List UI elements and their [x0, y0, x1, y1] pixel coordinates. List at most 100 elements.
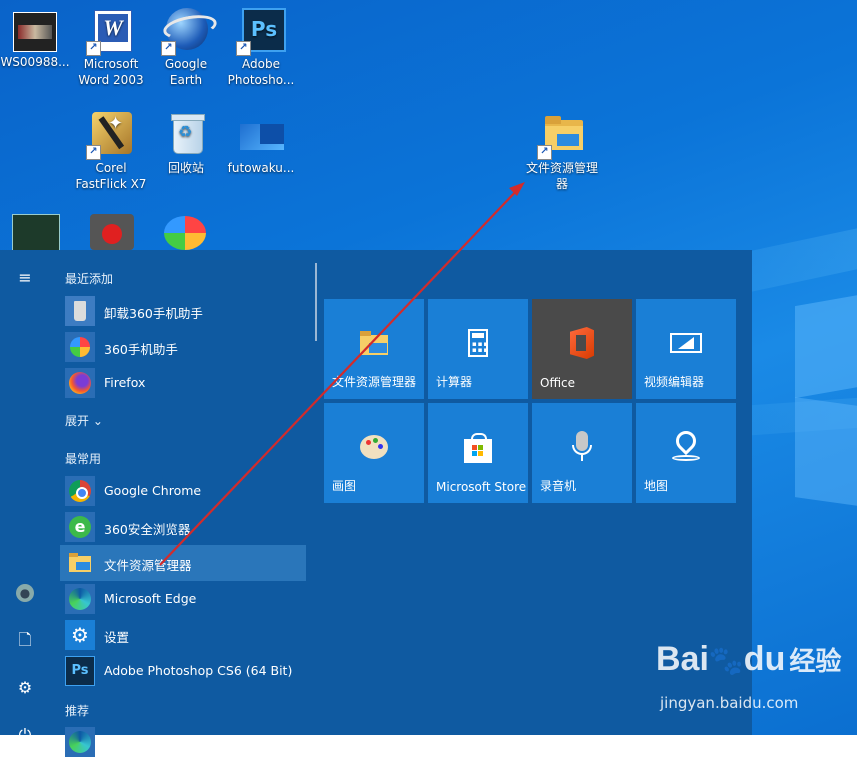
user-avatar-icon[interactable]: ● — [12, 580, 38, 606]
watermark-brand2: du — [743, 640, 786, 678]
word-icon: W ↗ — [86, 8, 134, 56]
app-label: Google Chrome — [104, 483, 202, 498]
tile-video-editor[interactable]: 视频编辑器 — [636, 299, 736, 399]
watermark-brand: Bai — [656, 640, 709, 678]
tile-paint[interactable]: 画图 — [324, 403, 424, 503]
desktop-icon-label: WS00988... — [0, 55, 70, 69]
app-label: 卸载360手机助手 — [104, 306, 203, 321]
app-360-browser[interactable]: e 360安全浏览器 — [60, 509, 306, 545]
baidu-watermark: Bai🐾du 经验 jingyan.baidu.com — [656, 640, 856, 720]
app-label: Microsoft Edge — [104, 734, 197, 749]
microphone-icon — [566, 431, 598, 463]
map-pin-icon — [670, 426, 702, 463]
app-360-assistant[interactable]: 360手机助手 — [60, 329, 306, 365]
desktop-icon-partial[interactable] — [12, 214, 60, 252]
start-rail: ≡ ● 🗋 ⚙ ⏻ — [0, 250, 50, 744]
desktop-icon-label: 文件资源管理器 — [525, 161, 598, 191]
tile-label: 画图 — [332, 479, 357, 493]
chevron-down-icon: ⌄ — [92, 414, 103, 428]
photoshop-icon: Ps — [65, 656, 95, 686]
shortcut-arrow-icon: ↗ — [236, 41, 251, 56]
tile-label: 视频编辑器 — [644, 375, 705, 389]
tile-label: 地图 — [644, 479, 669, 493]
firefox-icon — [65, 368, 95, 398]
app-google-chrome[interactable]: Google Chrome — [60, 473, 306, 509]
folder-icon — [65, 548, 95, 578]
app-photoshop[interactable]: Ps Adobe Photoshop CS6 (64 Bit) — [60, 653, 306, 689]
edge-icon — [65, 727, 95, 757]
tile-label: Office — [540, 376, 576, 390]
gear-icon: ⚙ — [65, 620, 95, 650]
app-settings[interactable]: ⚙ 设置 — [60, 617, 306, 653]
tile-label: 文件资源管理器 — [332, 375, 417, 389]
desktop-icon-label: 回收站 — [167, 161, 204, 175]
video-editor-icon — [670, 327, 702, 359]
desktop-icon-label: Adobe Photosho... — [227, 57, 295, 87]
power-icon[interactable]: ⏻ — [12, 722, 38, 748]
desktop-icon-futowaku[interactable]: futowaku... — [222, 112, 300, 176]
scrollbar[interactable] — [315, 263, 317, 341]
app-firefox[interactable]: Firefox — [60, 365, 306, 401]
app-uninstall-360[interactable]: 卸载360手机助手 — [60, 293, 306, 329]
desktop-icon-partial[interactable] — [90, 214, 134, 250]
windows-logo-pane — [795, 293, 857, 399]
tile-label: 计算器 — [436, 375, 473, 389]
video-thumbnail-icon — [13, 12, 57, 52]
calculator-icon: ▪▪▪ ▪▪▪ — [462, 327, 494, 359]
tile-office[interactable]: Office — [532, 299, 632, 399]
desktop-icon-file-explorer[interactable]: ↗ 文件资源管理器 — [523, 112, 601, 192]
app-label: 文件资源管理器 — [104, 558, 192, 573]
desktop-icon-video[interactable]: WS00988... — [0, 8, 74, 70]
tile-file-explorer[interactable]: 文件资源管理器 — [324, 299, 424, 399]
documents-icon[interactable]: 🗋 — [12, 627, 38, 653]
chrome-icon — [65, 476, 95, 506]
watermark-url: jingyan.baidu.com — [660, 694, 799, 712]
gear-icon[interactable]: ⚙ — [12, 675, 38, 701]
recycle-bin-icon: ♻ — [163, 112, 209, 158]
360-assistant-icon — [65, 332, 95, 362]
desktop-icon-google-earth[interactable]: ↗ Google Earth — [147, 8, 225, 88]
paint-palette-icon — [358, 431, 390, 463]
start-menu: ≡ ● 🗋 ⚙ ⏻ 最近添加 卸载360手机助手 360手机助手 Firefox… — [0, 250, 752, 757]
section-recommend: 推荐 — [65, 704, 90, 718]
app-microsoft-edge[interactable]: Microsoft Edge — [60, 581, 306, 617]
tile-maps[interactable]: 地图 — [636, 403, 736, 503]
expand-toggle[interactable]: 展开 ⌄ — [65, 412, 103, 429]
tile-voice-recorder[interactable]: 录音机 — [532, 403, 632, 503]
image-file-icon — [238, 112, 284, 158]
windows-logo-pane — [795, 397, 857, 507]
shortcut-arrow-icon: ↗ — [86, 145, 101, 160]
shortcut-arrow-icon: ↗ — [537, 145, 552, 160]
trash-can-icon — [65, 296, 95, 326]
section-frequent: 最常用 — [65, 452, 102, 466]
shortcut-arrow-icon: ↗ — [161, 41, 176, 56]
tile-calculator[interactable]: ▪▪▪ ▪▪▪ 计算器 — [428, 299, 528, 399]
app-file-explorer[interactable]: 文件资源管理器 — [60, 545, 306, 581]
office-icon — [566, 327, 598, 359]
app-label: Adobe Photoshop CS6 (64 Bit) — [104, 663, 293, 678]
store-bag-icon — [462, 431, 494, 463]
globe-icon: ↗ — [161, 8, 219, 56]
app-microsoft-edge-recommend[interactable]: Microsoft Edge — [60, 724, 306, 760]
edge-icon — [65, 584, 95, 614]
app-label: 设置 — [104, 630, 130, 645]
desktop-icon-partial[interactable] — [164, 216, 206, 250]
hamburger-menu-icon[interactable]: ≡ — [12, 265, 38, 291]
app-label: Microsoft Edge — [104, 591, 197, 606]
app-label: 360手机助手 — [104, 342, 178, 357]
tile-microsoft-store[interactable]: Microsoft Store — [428, 403, 528, 503]
desktop-icon-label: Microsoft Word 2003 — [78, 57, 144, 87]
folder-icon: ↗ — [537, 112, 585, 160]
shortcut-arrow-icon: ↗ — [86, 41, 101, 56]
app-list: 最近添加 卸载360手机助手 360手机助手 Firefox 展开 ⌄ 最常用 … — [50, 250, 315, 757]
desktop-icon-label: futowaku... — [227, 161, 295, 175]
app-label: Firefox — [104, 375, 146, 390]
desktop-icon-photoshop[interactable]: Ps ↗ Adobe Photosho... — [222, 8, 300, 88]
desktop-icon-corel[interactable]: ✦ ↗ Corel FastFlick X7 — [72, 112, 150, 192]
tile-label: Microsoft Store — [436, 480, 527, 494]
desktop-icon-word[interactable]: W ↗ Microsoft Word 2003 — [72, 8, 150, 88]
folder-icon — [358, 327, 390, 359]
section-recent: 最近添加 — [65, 272, 114, 286]
watermark-cn: 经验 — [789, 646, 842, 676]
desktop-icon-recycle-bin[interactable]: ♻ 回收站 — [147, 112, 225, 176]
